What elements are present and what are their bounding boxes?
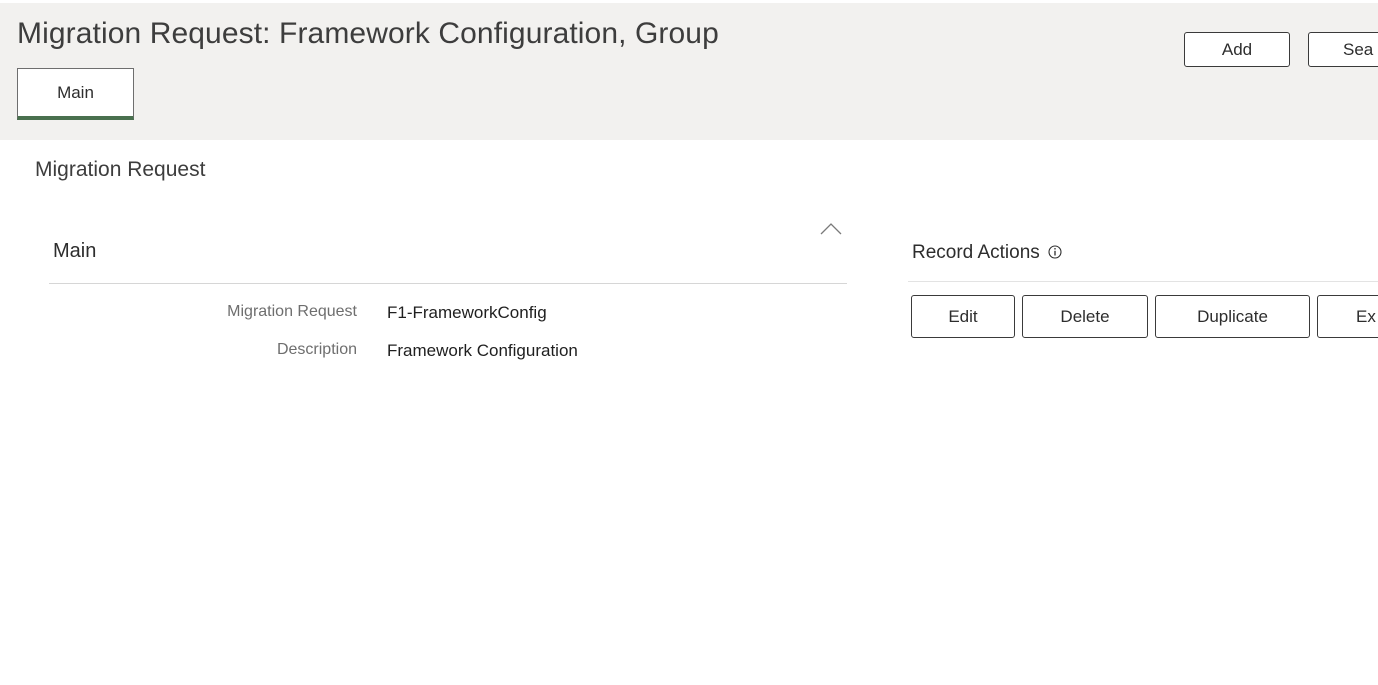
record-actions-divider	[908, 281, 1378, 282]
description-label: Description	[276, 341, 357, 358]
migration-request-value: F1-FrameworkConfig	[387, 303, 547, 322]
duplicate-button[interactable]: Duplicate	[1155, 295, 1310, 338]
tab-main[interactable]: Main	[17, 68, 134, 120]
record-actions-title: Record Actions	[912, 242, 1062, 264]
page: Migration Request: Framework Configurati…	[0, 0, 1378, 685]
section-title: Migration Request	[35, 158, 206, 181]
edit-button[interactable]: Edit	[911, 295, 1015, 338]
main-panel-divider	[49, 283, 847, 284]
migration-request-label: Migration Request	[227, 303, 357, 320]
add-button[interactable]: Add	[1184, 32, 1290, 67]
page-title: Migration Request: Framework Configurati…	[17, 17, 719, 50]
export-button[interactable]: Ex	[1317, 295, 1378, 338]
tab-main-label: Main	[57, 82, 94, 102]
record-actions-label: Record Actions	[912, 242, 1040, 263]
info-icon[interactable]	[1048, 245, 1062, 259]
delete-button[interactable]: Delete	[1022, 295, 1148, 338]
main-panel-title: Main	[53, 240, 97, 262]
page-header: Migration Request: Framework Configurati…	[0, 3, 1378, 140]
description-value: Framework Configuration	[387, 341, 578, 360]
chevron-up-icon[interactable]	[819, 218, 843, 238]
search-button[interactable]: Sea	[1308, 32, 1378, 67]
